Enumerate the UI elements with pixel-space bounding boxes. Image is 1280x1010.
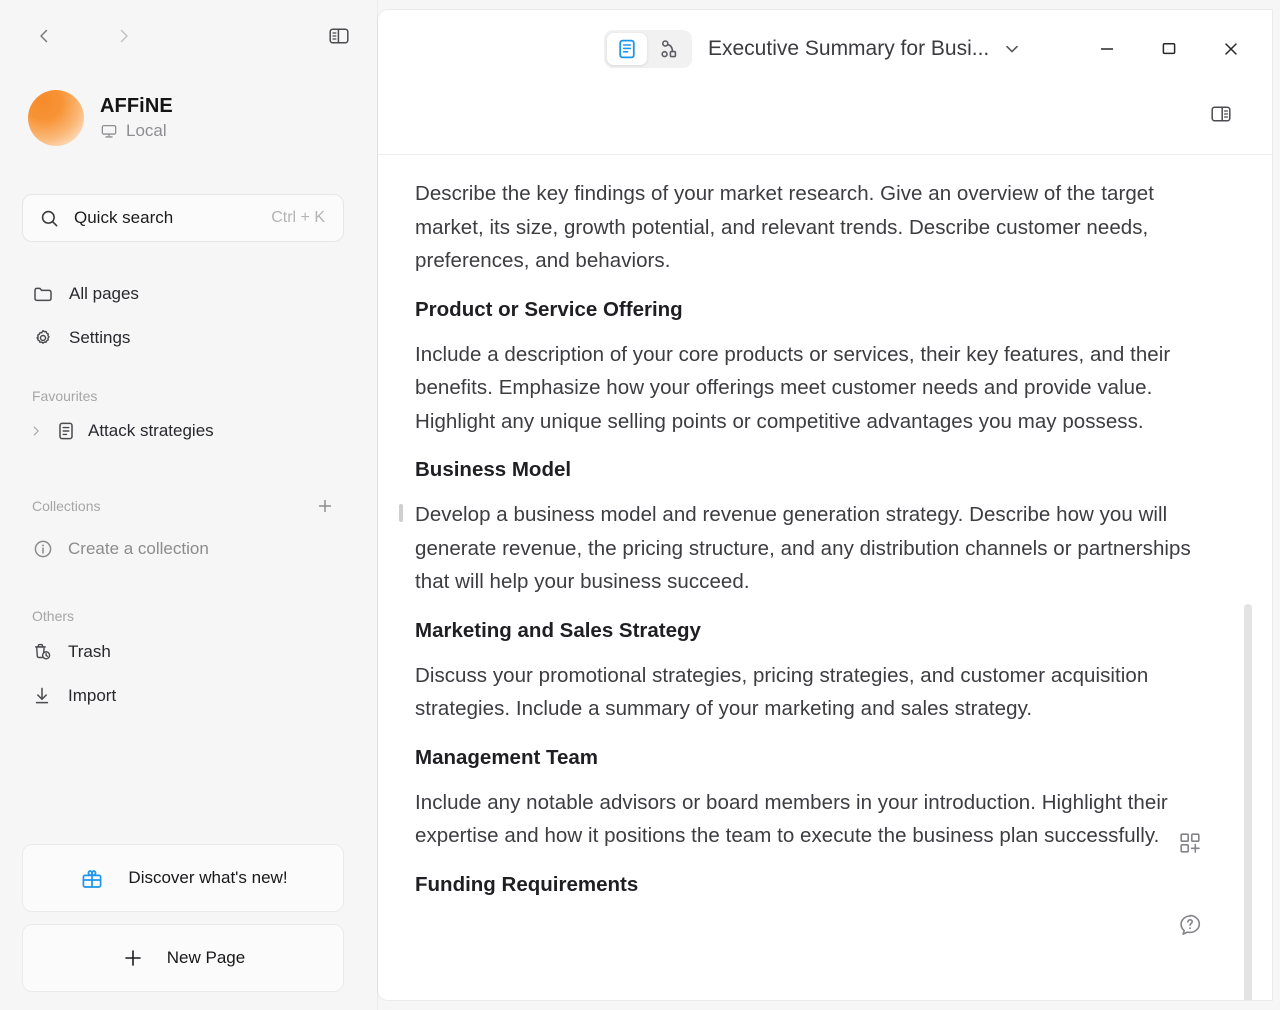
doc-paragraph-selected[interactable]: Develop a business model and revenue gen…: [399, 498, 1215, 599]
window-controls: [1076, 28, 1262, 70]
chevron-left-icon: [40, 29, 48, 43]
chevron-right-icon: [120, 29, 128, 43]
affine-app-window: AFFiNE Local Quick search Ctrl + K All p…: [0, 0, 1280, 1010]
maximize-icon: [1162, 43, 1176, 55]
floating-action-buttons: [1174, 827, 1206, 941]
maximize-button[interactable]: [1138, 28, 1200, 70]
doc-paragraph[interactable]: Discuss your promotional strategies, pri…: [415, 659, 1215, 726]
help-button[interactable]: [1174, 909, 1206, 941]
vertical-scrollbar-thumb[interactable]: [1244, 604, 1252, 1000]
mode-edgeless-button[interactable]: [649, 33, 689, 65]
new-page-button[interactable]: New Page: [22, 924, 344, 992]
info-icon: [34, 540, 52, 558]
collections-header: Collections: [22, 492, 344, 520]
minimize-button[interactable]: [1076, 28, 1138, 70]
title-bar: Executive Summary for Busi...: [378, 10, 1272, 86]
editor-sub-bar: [378, 86, 1272, 155]
doc-heading[interactable]: Funding Requirements: [415, 870, 1215, 900]
mode-page-button[interactable]: [607, 33, 647, 65]
sidebar-item-import[interactable]: Import: [22, 674, 344, 718]
minimize-icon: [1101, 48, 1113, 50]
doc-paragraph[interactable]: Include any notable advisors or board me…: [415, 786, 1215, 853]
edgeless-mode-icon: [661, 40, 677, 58]
workspace-name: AFFiNE: [100, 95, 173, 117]
quick-search-shortcut: Ctrl + K: [271, 209, 325, 226]
doc-icon: [59, 422, 73, 440]
sidebar-item-all-pages[interactable]: All pages: [22, 272, 344, 316]
sidebar-item-label: Settings: [69, 328, 131, 347]
favourites-title: Favourites: [32, 388, 98, 404]
editor-mode-switcher: [604, 30, 692, 68]
sidebar-item-label: All pages: [69, 284, 139, 303]
doc-heading[interactable]: Product or Service Offering: [415, 295, 1215, 325]
nav-back-button[interactable]: [28, 20, 60, 52]
quick-search-button[interactable]: Quick search Ctrl + K: [22, 194, 344, 242]
document-column: Describe the key findings of your market…: [399, 177, 1215, 900]
add-collection-button[interactable]: [316, 497, 334, 515]
sidebar-footer: Discover what's new! New Page: [22, 844, 344, 992]
expand-toggle[interactable]: [28, 424, 44, 438]
sidebar-toggle-icon: [329, 28, 349, 44]
document-title-dropdown[interactable]: Executive Summary for Busi...: [708, 32, 1023, 66]
gear-icon: [36, 329, 50, 344]
page-mode-icon: [619, 39, 635, 59]
add-block-button[interactable]: [1174, 827, 1206, 859]
gift-icon: [82, 870, 102, 888]
sidebar-item-trash[interactable]: Trash: [22, 630, 344, 674]
help-bubble-icon: [1180, 914, 1201, 935]
sidebar-item-settings[interactable]: Settings: [22, 316, 344, 360]
others-section: Others Trash Import: [22, 602, 344, 718]
workspace-avatar: [28, 90, 84, 146]
favourites-section: Favourites Attack strategies: [22, 382, 344, 452]
plus-icon: [124, 950, 141, 966]
doc-paragraph[interactable]: Describe the key findings of your market…: [415, 177, 1215, 278]
plus-icon: [318, 499, 332, 513]
nav-forward-button[interactable]: [108, 20, 140, 52]
download-icon: [35, 687, 49, 704]
create-collection-label: Create a collection: [68, 539, 209, 558]
workspace-meta: AFFiNE Local: [100, 94, 173, 142]
doc-heading[interactable]: Marketing and Sales Strategy: [415, 616, 1215, 646]
new-page-label: New Page: [166, 948, 246, 967]
chevron-down-icon: [1006, 45, 1019, 53]
folder-icon: [34, 287, 52, 302]
collections-title: Collections: [32, 498, 101, 514]
workspace-status-label: Local: [126, 121, 167, 140]
doc-heading[interactable]: Management Team: [415, 743, 1215, 773]
monitor-icon: [101, 124, 117, 138]
sidebar: AFFiNE Local Quick search Ctrl + K All p…: [0, 0, 378, 1010]
chevron-right-icon: [33, 426, 39, 436]
close-icon: [1225, 43, 1237, 55]
document-body[interactable]: Describe the key findings of your market…: [378, 155, 1272, 1000]
main-panel: Executive Summary for Busi... Describe t…: [378, 10, 1272, 1000]
discover-label: Discover what's new!: [128, 868, 288, 887]
sidebar-item-attack-strategies[interactable]: Attack strategies: [22, 410, 344, 452]
document-title: Executive Summary for Busi...: [708, 37, 990, 60]
workspace-selector[interactable]: AFFiNE Local: [28, 90, 173, 146]
right-sidebar-toggle-icon: [1211, 106, 1231, 122]
search-icon: [41, 210, 58, 226]
close-button[interactable]: [1200, 28, 1262, 70]
create-collection-button[interactable]: Create a collection: [22, 528, 344, 570]
right-sidebar-toggle-button[interactable]: [1204, 98, 1238, 130]
workspace-status: Local: [100, 120, 173, 142]
add-block-icon: [1180, 833, 1200, 853]
quick-search-label: Quick search: [74, 208, 174, 227]
collections-section: Collections Create a collection: [22, 492, 344, 570]
trash-clock-icon: [34, 643, 51, 660]
sidebar-primary-nav: All pages Settings: [22, 272, 344, 360]
sidebar-nav-bar: [0, 0, 378, 72]
doc-paragraph[interactable]: Include a description of your core produ…: [415, 338, 1215, 439]
sidebar-item-label: Trash: [68, 642, 111, 661]
discover-whats-new-button[interactable]: Discover what's new!: [22, 844, 344, 912]
others-title: Others: [32, 608, 75, 624]
sidebar-item-label: Attack strategies: [88, 421, 214, 440]
sidebar-collapse-button[interactable]: [322, 20, 356, 52]
doc-heading[interactable]: Business Model: [415, 455, 1215, 485]
sidebar-item-label: Import: [68, 686, 117, 705]
